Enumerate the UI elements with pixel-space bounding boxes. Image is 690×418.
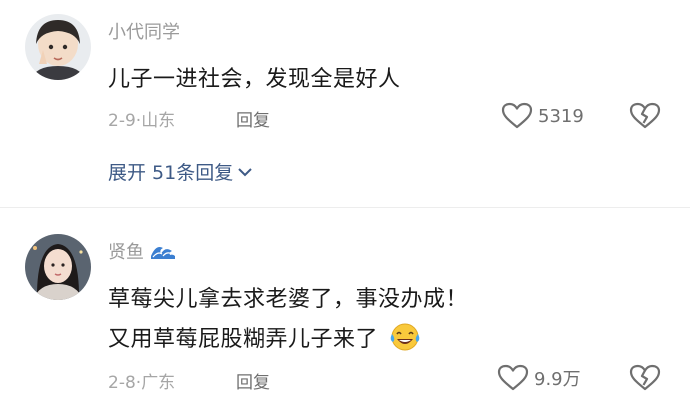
comment-location: 广东 xyxy=(141,373,176,393)
like-button[interactable]: 9.9万 xyxy=(497,364,581,392)
avatar[interactable] xyxy=(25,234,91,300)
like-button[interactable]: 5319 xyxy=(501,102,584,130)
comment-meta: 2-9·山东 xyxy=(108,106,175,131)
comment-item: 贤鱼 草莓尖儿拿去求老婆了，事没办成！ 又用草莓屁股糊弄儿子来了 2-8·广东 … xyxy=(0,208,690,418)
comment-meta: 2-8·广东 xyxy=(108,368,175,393)
chevron-down-icon xyxy=(238,167,252,176)
broken-heart-icon xyxy=(629,364,661,391)
heart-icon xyxy=(501,102,533,129)
comment-text-line-2: 又用草莓屁股糊弄儿子来了 xyxy=(108,327,379,352)
dislike-button[interactable] xyxy=(629,364,661,396)
comment-item: 小代同学 儿子一进社会，发现全是好人 2-9·山东 回复 5319 展开 51条… xyxy=(0,0,690,208)
avatar[interactable] xyxy=(25,14,91,80)
username-text: 贤鱼 xyxy=(108,242,144,263)
like-count: 5319 xyxy=(538,105,584,127)
expand-replies-label: 展开 51条回复 xyxy=(108,162,234,184)
reply-button[interactable]: 回复 xyxy=(236,106,270,131)
comment-text-line: 又用草莓屁股糊弄儿子来了 xyxy=(108,321,422,353)
comment-text-line: 草莓尖儿拿去求老婆了，事没办成！ xyxy=(108,287,469,312)
expand-replies-button[interactable]: 展开 51条回复 xyxy=(108,158,253,185)
laughing-tears-emoji-icon xyxy=(390,323,419,351)
wave-emoji-icon xyxy=(150,247,175,259)
comment-location: 山东 xyxy=(141,111,176,131)
username[interactable]: 小代同学 xyxy=(108,18,180,44)
username[interactable]: 贤鱼 xyxy=(108,238,176,264)
broken-heart-icon xyxy=(629,102,661,129)
comment-date: 2-8 xyxy=(108,373,136,393)
like-count: 9.9万 xyxy=(534,369,581,390)
heart-icon xyxy=(497,364,529,391)
dislike-button[interactable] xyxy=(629,102,661,134)
comment-text: 儿子一进社会，发现全是好人 xyxy=(108,67,401,92)
reply-button[interactable]: 回复 xyxy=(236,368,270,393)
comment-date: 2-9 xyxy=(108,111,136,131)
